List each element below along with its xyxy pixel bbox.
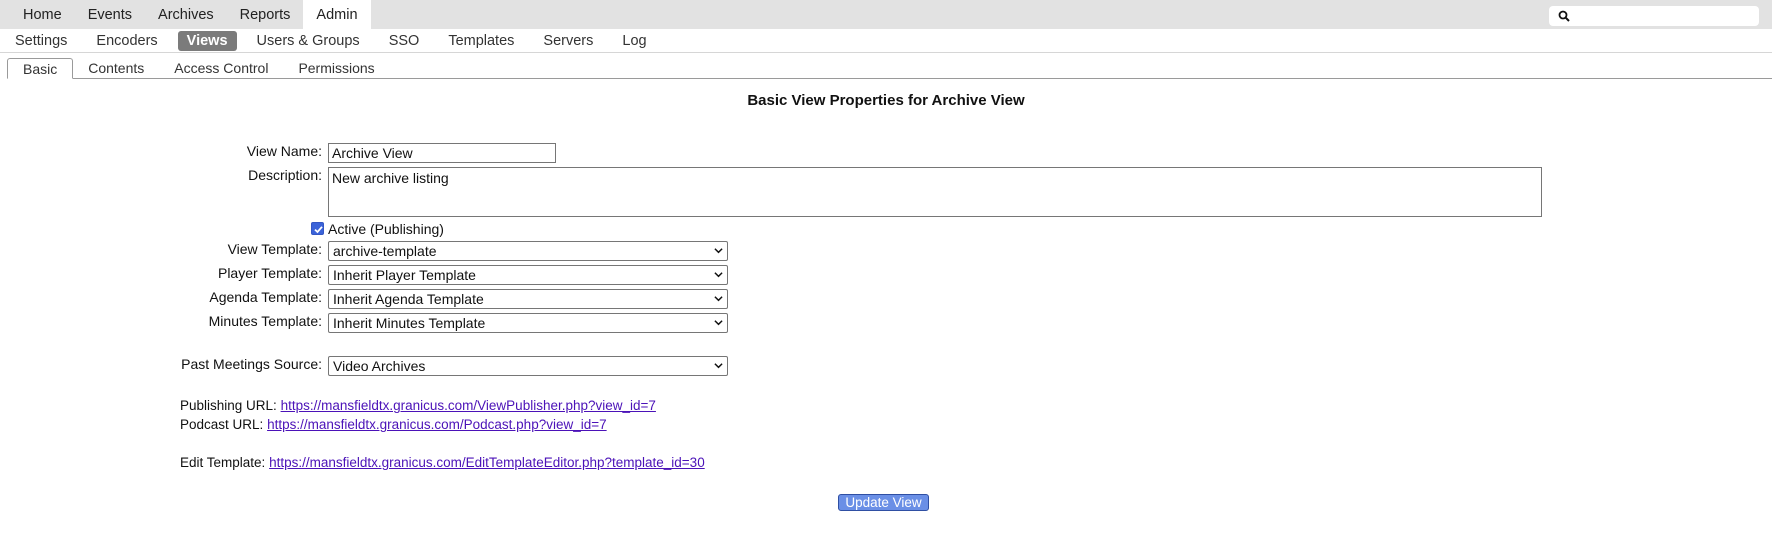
active-checkbox[interactable] [311,222,324,235]
view-template-select-wrap[interactable]: archive-template [328,241,728,261]
player-template-label: Player Template: [217,265,322,281]
top-nav-bar: Home Events Archives Reports Admin [0,0,1772,29]
edit-template-link[interactable]: https://mansfieldtx.granicus.com/EditTem… [269,455,705,470]
tab-basic[interactable]: Basic [7,58,74,79]
sub-nav-divider [0,52,1772,53]
player-template-select-wrap[interactable]: Inherit Player Template [328,265,728,285]
description-textarea[interactable]: New archive listing [328,167,1542,217]
agenda-template-select[interactable]: Inherit Agenda Template [328,289,728,309]
publishing-url-row: Publishing URL: https://mansfieldtx.gran… [180,398,656,413]
sub-nav-users-groups[interactable]: Users & Groups [248,31,369,51]
admin-sub-nav: Settings Encoders Views Users & Groups S… [0,29,1772,53]
edit-template-row: Edit Template: https://mansfieldtx.grani… [180,455,705,470]
top-nav-admin[interactable]: Admin [303,0,371,29]
top-nav-reports[interactable]: Reports [227,0,304,29]
past-meetings-source-label: Past Meetings Source: [181,356,322,372]
player-template-select[interactable]: Inherit Player Template [328,265,728,285]
view-name-input[interactable] [328,143,556,163]
view-tabs: Basic Contents Access Control Permission… [7,58,390,79]
search-box[interactable] [1549,6,1759,26]
podcast-url-row: Podcast URL: https://mansfieldtx.granicu… [180,417,607,432]
tab-access-control[interactable]: Access Control [159,58,283,79]
top-nav-events[interactable]: Events [75,0,145,29]
minutes-template-select[interactable]: Inherit Minutes Template [328,313,728,333]
view-template-label: View Template: [227,241,322,257]
tab-permissions[interactable]: Permissions [283,58,389,79]
top-nav-home[interactable]: Home [10,0,75,29]
sub-nav-views[interactable]: Views [177,31,237,51]
podcast-url-label: Podcast URL: [180,417,264,432]
tab-contents[interactable]: Contents [73,58,159,79]
update-view-button[interactable]: Update View [838,494,929,511]
tabs-divider [7,78,1772,79]
minutes-template-label: Minutes Template: [208,313,322,329]
sub-nav-log[interactable]: Log [613,31,655,51]
podcast-url-link[interactable]: https://mansfieldtx.granicus.com/Podcast… [267,417,607,432]
top-nav: Home Events Archives Reports Admin [10,0,371,29]
past-meetings-source-select-wrap[interactable]: Video Archives [328,356,728,376]
publishing-url-label: Publishing URL: [180,398,277,413]
minutes-template-select-wrap[interactable]: Inherit Minutes Template [328,313,728,333]
sub-nav-settings[interactable]: Settings [6,31,76,51]
agenda-template-select-wrap[interactable]: Inherit Agenda Template [328,289,728,309]
edit-template-label: Edit Template: [180,455,266,470]
agenda-template-label: Agenda Template: [209,289,322,305]
top-nav-archives[interactable]: Archives [145,0,227,29]
search-icon [1558,10,1570,22]
view-template-select[interactable]: archive-template [328,241,728,261]
publishing-url-link[interactable]: https://mansfieldtx.granicus.com/ViewPub… [281,398,656,413]
description-label: Description: [248,167,322,183]
active-label: Active (Publishing) [328,221,444,237]
sub-nav-sso[interactable]: SSO [380,31,429,51]
sub-nav-encoders[interactable]: Encoders [87,31,166,51]
sub-nav-templates[interactable]: Templates [439,31,523,51]
search-input[interactable] [1575,7,1753,25]
page-title: Basic View Properties for Archive View [747,92,1025,109]
sub-nav-servers[interactable]: Servers [534,31,602,51]
view-name-label: View Name: [246,143,322,159]
past-meetings-source-select[interactable]: Video Archives [328,356,728,376]
checkmark-icon [314,226,323,234]
